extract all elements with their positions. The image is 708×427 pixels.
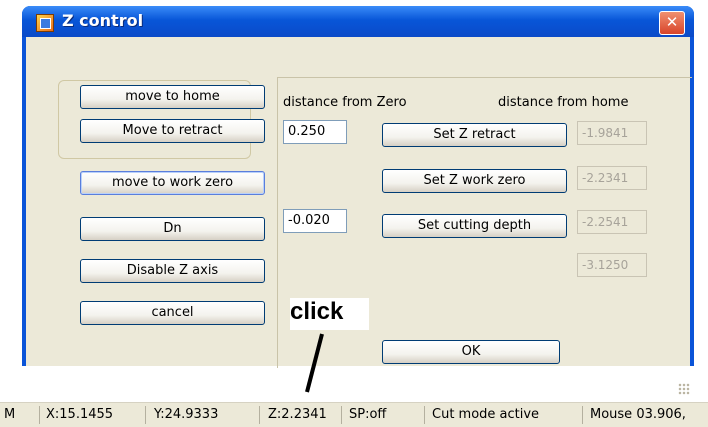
status-x-cell: X:15.1455 (42, 406, 146, 424)
annotation-click-label: click (290, 298, 370, 330)
move-to-home-button[interactable]: move to home (80, 85, 265, 109)
window-title: Z control (62, 11, 144, 30)
close-button[interactable]: ✕ (659, 11, 685, 35)
window-app-icon (36, 14, 54, 32)
resize-grip[interactable] (678, 383, 690, 395)
set-z-retract-button[interactable]: Set Z retract (382, 123, 567, 147)
title-bar[interactable]: Z control ✕ (22, 6, 694, 37)
status-bar: M X:15.1455 Y:24.9333 Z:2.2341 SP:off Cu… (0, 402, 708, 427)
status-y-cell: Y:24.9333 (150, 406, 260, 424)
annotation-arrow-icon (305, 333, 324, 393)
retract-distance-input[interactable]: 0.250 (283, 120, 347, 144)
status-spindle-cell: SP:off (345, 406, 425, 424)
disable-z-axis-button[interactable]: Disable Z axis (80, 259, 265, 283)
status-z-cell: Z:2.2341 (264, 406, 342, 424)
cancel-button[interactable]: cancel (80, 301, 265, 325)
retract-home-readout: -1.9841 (577, 121, 647, 145)
ok-button[interactable]: OK (382, 340, 560, 364)
cutting-depth-home-readout: -2.2541 (577, 210, 647, 234)
move-to-retract-button[interactable]: Move to retract (80, 119, 265, 143)
move-to-work-zero-button[interactable]: move to work zero (80, 171, 265, 195)
set-cutting-depth-button[interactable]: Set cutting depth (382, 214, 567, 238)
set-z-work-zero-button[interactable]: Set Z work zero (382, 169, 567, 193)
dn-button[interactable]: Dn (80, 217, 265, 241)
distance-from-zero-label: distance from Zero (283, 95, 407, 110)
status-mode-cell: M (0, 406, 40, 424)
cutting-depth-input[interactable]: -0.020 (283, 209, 347, 233)
extra-home-readout: -3.1250 (577, 253, 647, 277)
distance-from-home-label: distance from home (498, 95, 629, 110)
work-zero-home-readout: -2.2341 (577, 166, 647, 190)
status-cut-mode-cell: Cut mode active (428, 406, 583, 424)
status-mouse-cell: Mouse 03.906, (590, 407, 686, 422)
